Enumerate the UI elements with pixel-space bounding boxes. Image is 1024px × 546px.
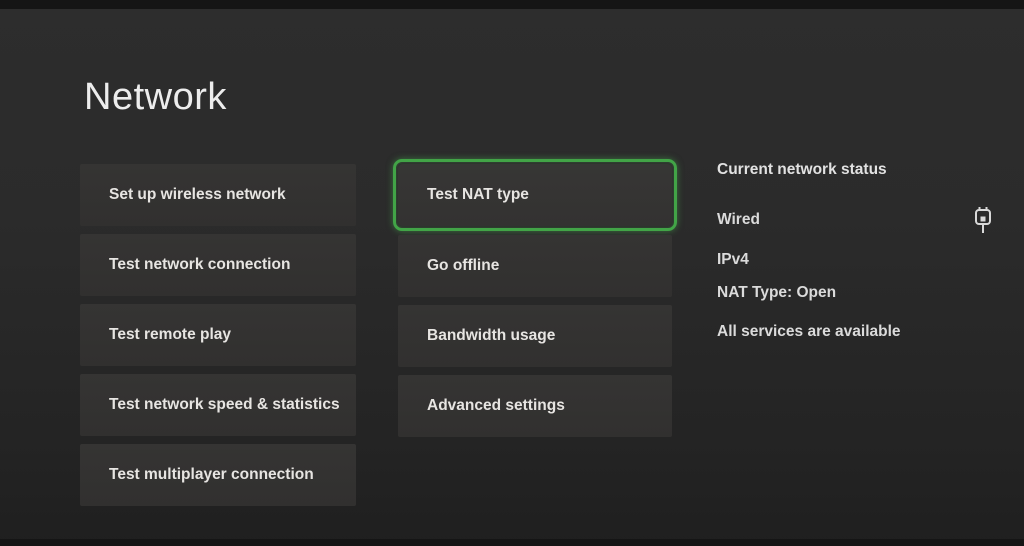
page-title: Network bbox=[84, 76, 227, 118]
network-status-panel: Current network status Wired IPv4 NAT Ty… bbox=[717, 161, 993, 341]
status-heading: Current network status bbox=[717, 161, 887, 178]
focus-ring: Test NAT type bbox=[393, 159, 677, 231]
button-advanced-settings[interactable]: Advanced settings bbox=[398, 375, 672, 437]
status-connection-row: Wired bbox=[717, 204, 993, 236]
status-connection-type: Wired bbox=[717, 211, 760, 228]
button-test-network-speed-statistics[interactable]: Test network speed & statistics bbox=[80, 374, 356, 436]
button-test-remote-play[interactable]: Test remote play bbox=[80, 304, 356, 366]
button-go-offline[interactable]: Go offline bbox=[398, 235, 672, 297]
button-bandwidth-usage[interactable]: Bandwidth usage bbox=[398, 305, 672, 367]
left-menu-column: Set up wireless network Test network con… bbox=[80, 164, 356, 514]
status-ip-version: IPv4 bbox=[717, 251, 749, 268]
ethernet-plug-icon bbox=[975, 207, 991, 233]
button-test-network-connection[interactable]: Test network connection bbox=[80, 234, 356, 296]
letterbox-top bbox=[0, 0, 1024, 9]
button-set-up-wireless-network[interactable]: Set up wireless network bbox=[80, 164, 356, 226]
status-nat-type: NAT Type: Open bbox=[717, 284, 837, 301]
button-test-multiplayer-connection[interactable]: Test multiplayer connection bbox=[80, 444, 356, 506]
letterbox-bottom bbox=[0, 539, 1024, 546]
button-test-nat-type[interactable]: Test NAT type bbox=[398, 164, 672, 226]
status-services: All services are available bbox=[717, 323, 901, 340]
middle-menu-column: Test NAT type Go offline Bandwidth usage… bbox=[393, 159, 677, 445]
network-settings-screen: Network Set up wireless network Test net… bbox=[0, 0, 1024, 546]
